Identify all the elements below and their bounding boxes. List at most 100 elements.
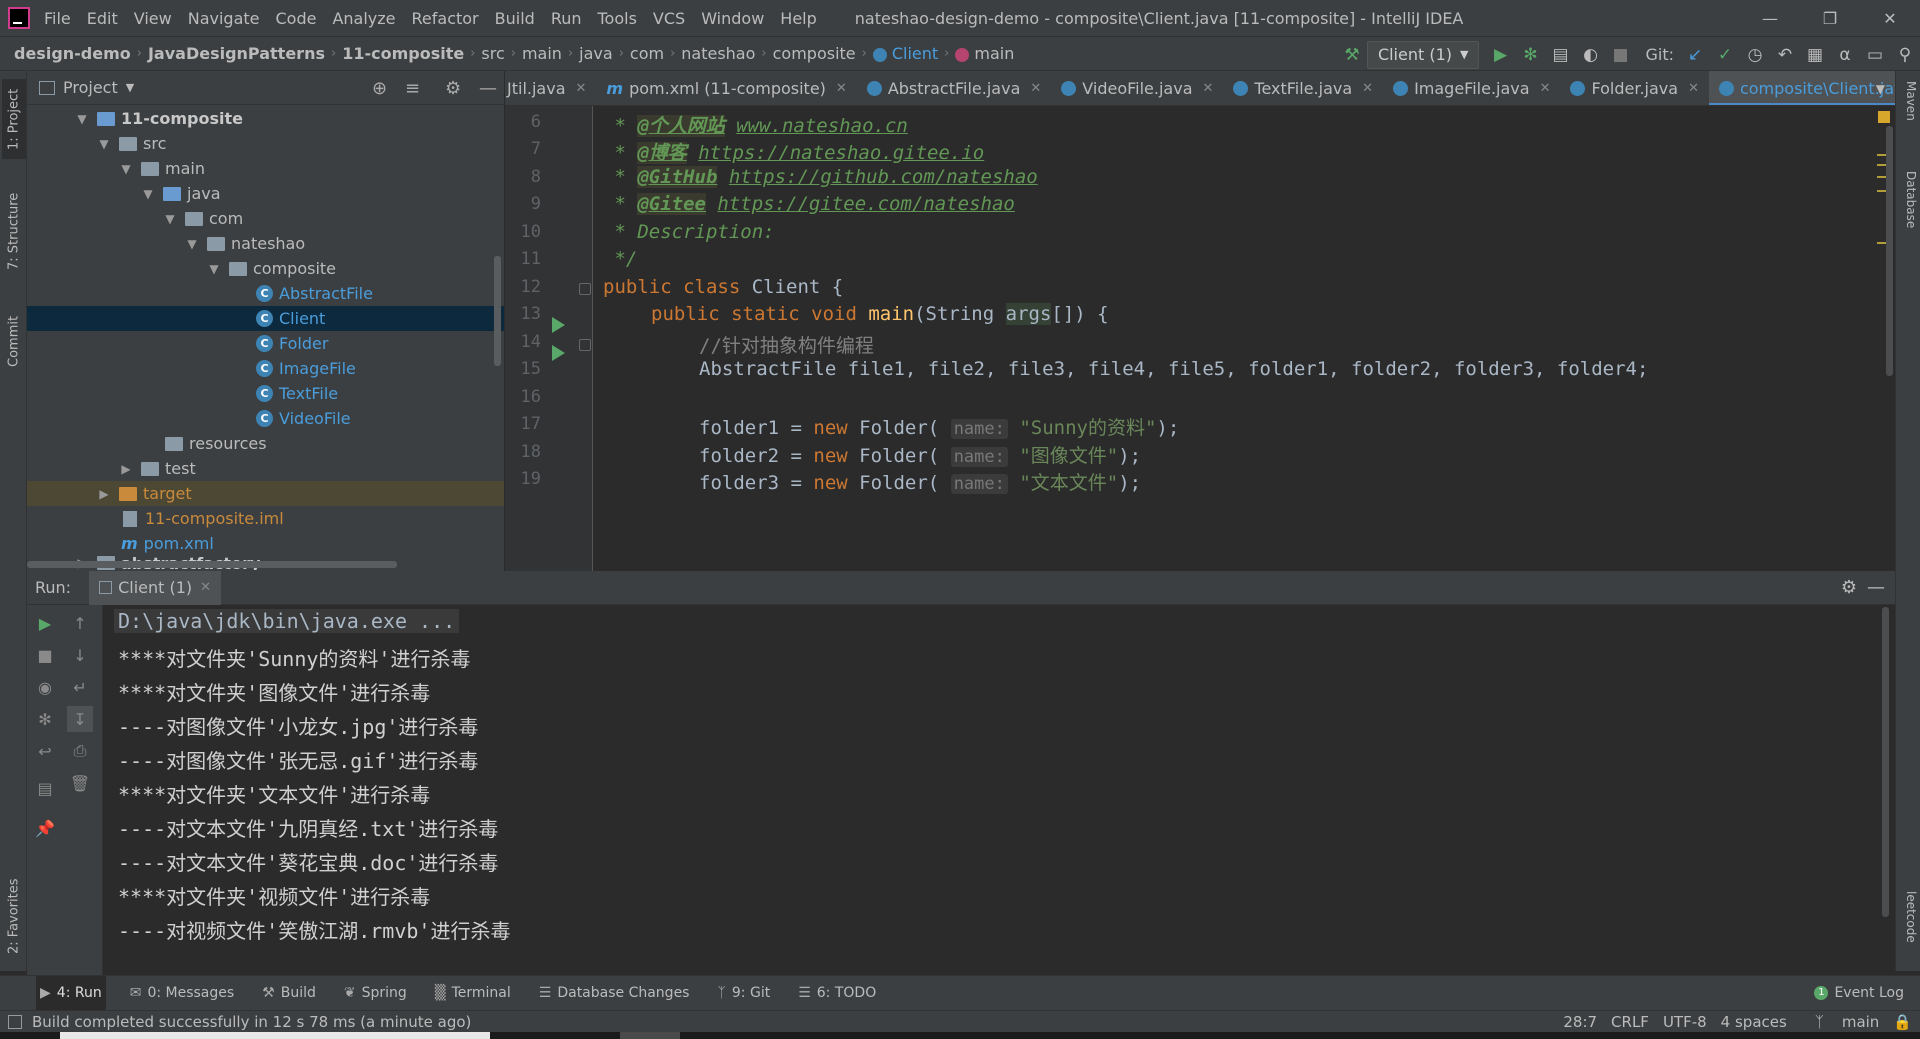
run-tab-client[interactable]: Client (1) ✕ <box>89 570 222 605</box>
file-encoding[interactable]: UTF-8 <box>1663 1013 1707 1031</box>
bottom-tab-terminal[interactable]: ▒ Terminal <box>431 976 515 1011</box>
tool-tab-structure[interactable]: 7: Structure <box>2 181 26 281</box>
debug-button[interactable]: ✻ <box>1515 40 1545 70</box>
menu-edit[interactable]: Edit <box>87 9 118 28</box>
debug-icon[interactable]: ✻ <box>32 706 58 732</box>
run-gutter-icon[interactable] <box>552 345 565 361</box>
close-icon[interactable]: ✕ <box>1540 81 1551 96</box>
tab-client-active[interactable]: composite\Client.java✕ <box>1708 71 1895 105</box>
fold-marker-icon[interactable] <box>579 339 591 351</box>
menu-run[interactable]: Run <box>551 9 582 28</box>
menu-window[interactable]: Window <box>701 9 764 28</box>
tree-node-com[interactable]: ▼ com <box>27 206 504 231</box>
scroll-to-end-icon[interactable]: ↧ <box>67 706 93 732</box>
menu-code[interactable]: Code <box>276 9 317 28</box>
tree-node-module[interactable]: ▼ 11-composite <box>27 106 504 131</box>
minimize-button[interactable]: — <box>1740 0 1800 36</box>
down-arrow-icon[interactable]: ↓ <box>67 642 93 668</box>
tab-textfile[interactable]: TextFile.java ✕ <box>1223 71 1383 105</box>
comment-link[interactable]: www.nateshao.cn <box>736 115 908 137</box>
chevron-down-icon[interactable]: ▼ <box>126 81 134 94</box>
editor-scrollbar[interactable] <box>1886 126 1893 376</box>
tree-node-resources[interactable]: resources <box>27 431 504 456</box>
tree-node-pom[interactable]: m pom.xml <box>27 531 504 556</box>
chevron-right-icon[interactable]: ▶ <box>97 487 111 501</box>
code-editor[interactable]: 6 7 8 9 10 11 12 13 14 15 16 17 18 19 * … <box>505 106 1895 571</box>
tool-tab-commit[interactable]: Commit <box>2 306 26 376</box>
locate-icon[interactable]: ⊕ <box>372 71 387 105</box>
run-configuration-select[interactable]: Client (1) ▼ <box>1366 40 1480 69</box>
breadcrumb-folder[interactable]: JavaDesignPatterns <box>142 44 331 63</box>
menu-navigate[interactable]: Navigate <box>188 9 260 28</box>
layout-icon[interactable]: ▭ <box>1860 40 1890 70</box>
hide-icon[interactable]: — <box>1867 577 1885 598</box>
lock-icon[interactable]: 🔒 <box>1893 1013 1912 1031</box>
git-commit-icon[interactable]: ✓ <box>1710 40 1740 70</box>
chevron-down-icon[interactable]: ▼ <box>207 262 221 276</box>
exit-icon[interactable]: ↩ <box>32 738 58 764</box>
breadcrumb-class[interactable]: Client <box>867 44 944 63</box>
hide-icon[interactable]: — <box>479 71 497 105</box>
tree-node-client[interactable]: C Client <box>27 306 504 331</box>
close-icon[interactable]: ✕ <box>1203 81 1214 96</box>
breadcrumb-module[interactable]: 11-composite <box>336 44 470 63</box>
breadcrumb-method[interactable]: main <box>949 44 1020 63</box>
pin-icon[interactable]: 📌 <box>32 815 58 841</box>
trash-icon[interactable]: 🗑 <box>67 770 93 796</box>
horizontal-scrollbar[interactable] <box>27 561 397 568</box>
print-icon[interactable]: ⎙ <box>67 738 93 764</box>
chevron-right-icon[interactable]: ▶ <box>119 462 133 476</box>
menu-build[interactable]: Build <box>495 9 535 28</box>
fold-marker-icon[interactable] <box>579 283 591 295</box>
restore-button[interactable]: ❐ <box>1800 0 1860 36</box>
search-icon[interactable]: ⚲ <box>1890 40 1920 70</box>
close-window-button[interactable]: ✕ <box>1860 0 1920 36</box>
tab-imagefile[interactable]: ImageFile.java ✕ <box>1383 71 1560 105</box>
comment-link[interactable]: https://nateshao.gitee.io <box>698 142 984 164</box>
tree-node-nateshao[interactable]: ▼ nateshao <box>27 231 504 256</box>
caret-position[interactable]: 28:7 <box>1563 1013 1597 1031</box>
run-console[interactable]: D:\java\jdk\bin\java.exe ... ****对文件夹'Su… <box>103 605 1895 975</box>
close-icon[interactable]: ✕ <box>1362 81 1373 96</box>
build-hammer-icon[interactable]: ⚒ <box>1337 40 1367 70</box>
line-separator[interactable]: CRLF <box>1611 1013 1649 1031</box>
project-view-select[interactable]: Project <box>63 78 118 97</box>
tree-node-java[interactable]: ▼ java <box>27 181 504 206</box>
menu-file[interactable]: File <box>44 9 71 28</box>
tabs-dropdown-icon[interactable]: ▼ <box>1876 71 1885 105</box>
chevron-down-icon[interactable]: ▼ <box>185 237 199 251</box>
stop-button[interactable]: ■ <box>32 642 58 668</box>
breadcrumb-composite[interactable]: composite <box>767 44 862 63</box>
status-message[interactable]: Build completed successfully in 12 s 78 … <box>32 1013 471 1031</box>
bottom-tab-git[interactable]: ᛉ 9: Git <box>713 976 774 1011</box>
menu-help[interactable]: Help <box>780 9 816 28</box>
git-rollback-icon[interactable]: ↶ <box>1770 40 1800 70</box>
tree-node-imagefile[interactable]: C ImageFile <box>27 356 504 381</box>
tree-node-main[interactable]: ▼ main <box>27 156 504 181</box>
chevron-down-icon[interactable]: ▼ <box>97 137 111 151</box>
breadcrumb-main[interactable]: main <box>516 44 568 63</box>
tree-node-test[interactable]: ▶ test <box>27 456 504 481</box>
bottom-tab-messages[interactable]: ✉ 0: Messages <box>126 976 238 1011</box>
soft-wrap-icon[interactable]: ↵ <box>67 674 93 700</box>
run-gutter-icon[interactable] <box>552 317 565 333</box>
breadcrumb-project[interactable]: design-demo <box>0 44 137 63</box>
tool-tab-leetcode[interactable]: leetcode <box>1896 891 1918 971</box>
gear-icon[interactable]: ⚙ <box>445 71 461 105</box>
tool-tab-maven[interactable]: Maven <box>1896 81 1918 151</box>
indent-setting[interactable]: 4 spaces <box>1721 1013 1787 1031</box>
menu-vcs[interactable]: VCS <box>653 9 685 28</box>
tree-node-abstractfile[interactable]: C AbstractFile <box>27 281 504 306</box>
vertical-scrollbar[interactable] <box>494 256 501 366</box>
tree-node-videofile[interactable]: C VideoFile <box>27 406 504 431</box>
event-log-button[interactable]: 1 Event Log <box>1810 976 1908 1011</box>
collapse-all-icon[interactable]: ≡ <box>405 71 420 105</box>
comment-link[interactable]: https://gitee.com/nateshao <box>717 193 1014 215</box>
breadcrumb-com[interactable]: com <box>624 44 670 63</box>
tree-node-target[interactable]: ▶ target <box>27 481 504 506</box>
comment-link[interactable]: https://github.com/nateshao <box>729 166 1038 188</box>
menu-refactor[interactable]: Refactor <box>412 9 479 28</box>
tab-folder[interactable]: Folder.java ✕ <box>1560 71 1709 105</box>
tree-node-iml[interactable]: 11-composite.iml <box>27 506 504 531</box>
tab-videofile[interactable]: VideoFile.java ✕ <box>1051 71 1223 105</box>
